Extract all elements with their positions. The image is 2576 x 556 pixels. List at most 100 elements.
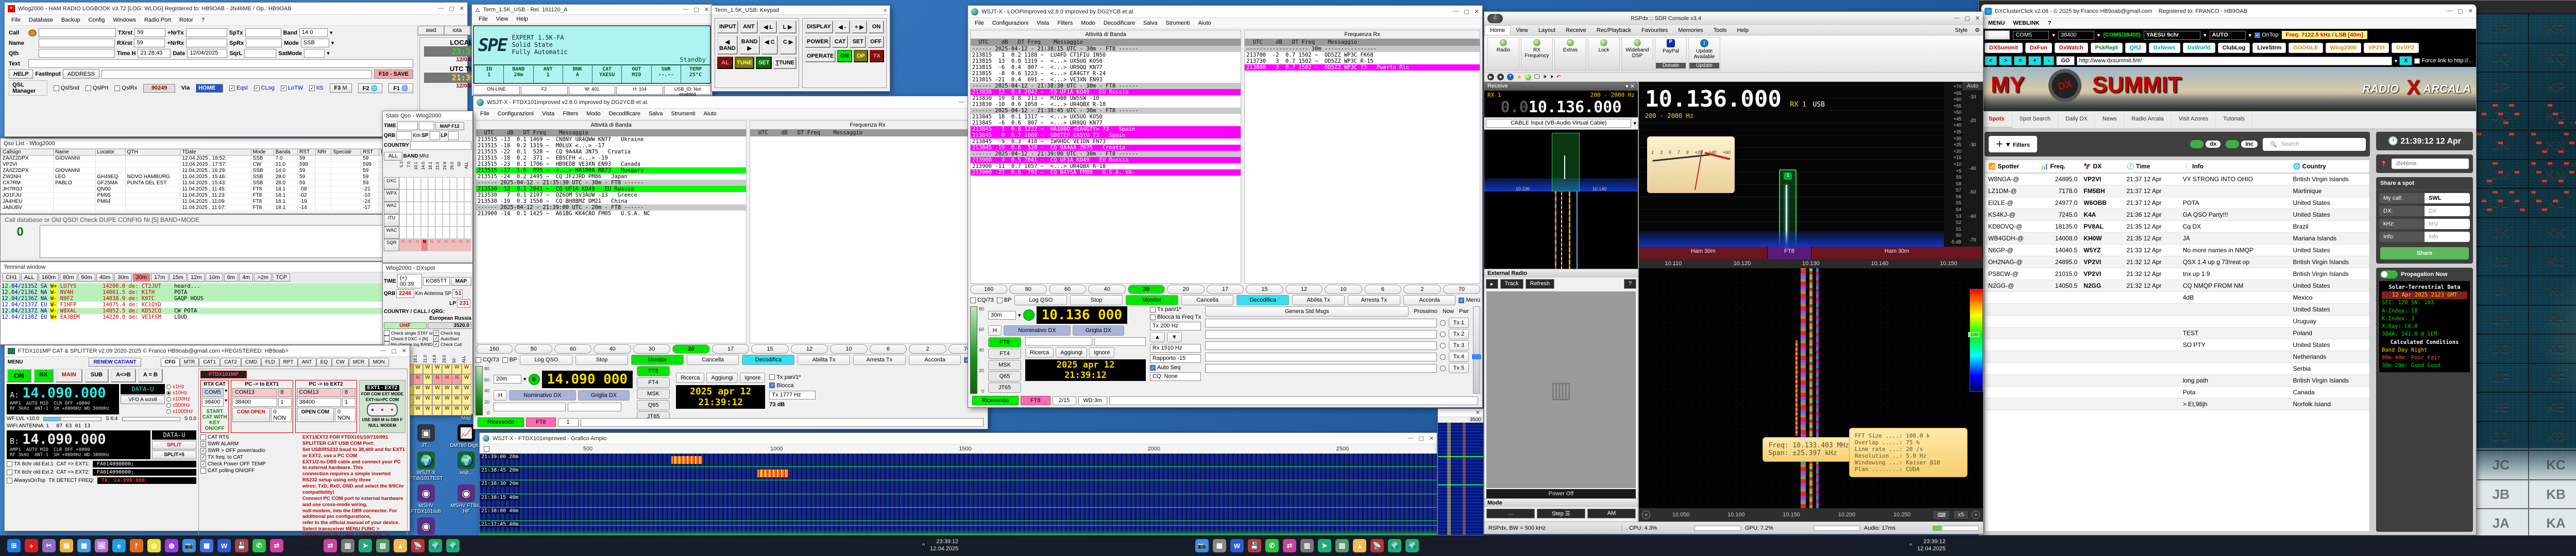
cat-tab-fld[interactable]: FLD: [261, 358, 279, 367]
terminal-band-10m[interactable]: 10m: [206, 273, 223, 282]
cat-ab-button[interactable]: A<>B: [111, 369, 136, 383]
auto-select[interactable]: AUTO: [2210, 31, 2246, 40]
qso-col-QTH[interactable]: QTH: [125, 149, 180, 155]
tx-hz-spinner[interactable]: Tx 200 Hz: [1150, 322, 1201, 331]
ricerca-button[interactable]: Ricerca: [1025, 348, 1054, 358]
cat-main-button[interactable]: MAIN: [56, 369, 82, 383]
receive-panel-header[interactable]: Receive▾ ✕: [1484, 82, 1638, 91]
x-button[interactable]: X: [2399, 56, 2412, 65]
taskbar-icon-icons_right-12[interactable]: 🌍: [1405, 539, 1419, 552]
menu-item-configurazioni[interactable]: Configurazioni: [989, 19, 1032, 27]
band-button-80[interactable]: 80: [515, 344, 552, 354]
share-field-info[interactable]: Info:Info: [2379, 232, 2470, 242]
site-tab-daily-dx[interactable]: Daily DX: [2058, 111, 2095, 128]
tx-message-input-4[interactable]: [1205, 353, 1436, 361]
menu-item-aiuto[interactable]: Aiuto: [1195, 19, 1215, 27]
menu-item-aiuto[interactable]: Aiuto: [700, 110, 720, 118]
terminal-band-6m[interactable]: 6m: [224, 273, 238, 282]
cat-aeqb-button[interactable]: A = B: [138, 369, 163, 383]
stop-button[interactable]: Stop: [575, 355, 628, 365]
terminal-band-160m[interactable]: 160m: [39, 273, 59, 282]
stats-row-SQR[interactable]: SQR: [384, 239, 399, 251]
step-button[interactable]: Step ☰: [1537, 509, 1585, 518]
terminal-band-80m[interactable]: 80m: [60, 273, 77, 282]
taskbar-icon-icons_left-6[interactable]: e: [112, 539, 126, 552]
band-select[interactable]: 14.0: [299, 28, 328, 37]
band-combo[interactable]: 30m: [988, 311, 1016, 320]
taskbar-icon-icons_right-4[interactable]: ✆: [1265, 539, 1279, 552]
maximize-icon[interactable]: ▢: [693, 6, 699, 13]
log-qso-button[interactable]: Log QSO: [520, 355, 572, 365]
keypad-c-[interactable]: C ▶: [779, 36, 796, 55]
aggiungi-button[interactable]: Aggiungi: [1056, 348, 1087, 358]
close-icon[interactable]: x: [884, 7, 887, 13]
spot-search-box[interactable]: 🔍Search: [2263, 138, 2366, 151]
cat-tab-cmd[interactable]: CMD: [241, 358, 261, 367]
decode-row[interactable]: 213530 12 0.1 2041 ~ CQ UF1A KO49 EU Rus…: [476, 186, 746, 192]
decode-row[interactable]: 213815 13 0.0 1319 ~ <...> UX5UO KO50: [971, 58, 1241, 64]
menu-item-salva[interactable]: Salva: [645, 110, 667, 118]
taskbar-icon-icons_left-0[interactable]: ⊞: [7, 539, 21, 552]
stats-row-WAC[interactable]: WAC: [384, 227, 399, 239]
accorda-button[interactable]: Accorda: [909, 355, 961, 365]
taskbar-icon-icons_mid-0[interactable]: ⇄: [324, 539, 337, 552]
keypad--[interactable]: + ▶: [852, 21, 867, 33]
monitor-button[interactable]: Monitor: [1126, 295, 1178, 305]
track-play-icon[interactable]: ▸: [1486, 279, 1498, 289]
address-button[interactable]: ADDRESS: [63, 70, 99, 79]
add-icon[interactable]: +: [1507, 74, 1514, 80]
site-tab-radio-arcala[interactable]: Radio Arcala: [2124, 111, 2171, 128]
menu-item-rotor[interactable]: Rotor: [176, 16, 197, 24]
terminal-band-ALL[interactable]: ALL: [21, 273, 38, 282]
ext1-baud[interactable]: 38400: [232, 398, 277, 407]
cat-rx-button[interactable]: RX: [33, 369, 54, 383]
site-tab-spots[interactable]: Spots: [1981, 111, 2012, 128]
play-icon[interactable]: ▶: [1487, 74, 1494, 80]
mode-button-Q65[interactable]: Q65: [988, 371, 1021, 381]
nrrx-input[interactable]: [186, 39, 227, 47]
taskbar-icon-icons_left-1[interactable]: +: [25, 539, 38, 552]
decode-row[interactable]: 213845 -6 0.6 807 ~ <...> UR9QQ KN77: [971, 120, 1241, 126]
sdr-tab-view[interactable]: View: [1511, 26, 1533, 35]
spots-col-time[interactable]: 🕐 Time: [2123, 160, 2179, 173]
spot-row[interactable]: 4dBMexico: [1985, 292, 2369, 304]
close-icon[interactable]: ✕: [1429, 435, 1434, 442]
dx-toggle[interactable]: dx: [2190, 140, 2221, 148]
spots-col-info[interactable]: ❕ Info: [2180, 160, 2290, 173]
ontop-checkbox[interactable]: OnTop: [2255, 32, 2278, 38]
dxcluster-titlebar[interactable]: DXClusterClick v2.08 - © 2025 by Franco …: [1981, 5, 2476, 18]
band-button-2[interactable]: 2: [1403, 285, 1440, 294]
via-select[interactable]: HOME: [196, 84, 223, 93]
dxspot-call[interactable]: UI4F: [384, 322, 427, 329]
rtx-com-select[interactable]: COM5: [202, 388, 224, 397]
dx-grid-input[interactable]: [568, 403, 621, 411]
menu-item-vista[interactable]: Vista: [1033, 19, 1053, 27]
qso-col-RST[interactable]: RST: [361, 149, 379, 155]
decode-row[interactable]: 213515 -22 0.1 528 ~ CQ 9A4AA JN75 Croat…: [476, 149, 746, 155]
keypad-power[interactable]: POWER: [805, 36, 831, 48]
sqrl-input[interactable]: [244, 49, 276, 58]
mode-select[interactable]: SSB: [301, 39, 329, 47]
ricerca-button[interactable]: Ricerca: [676, 373, 704, 383]
date-input[interactable]: 12/04/2025: [187, 49, 227, 58]
menu-item-windows[interactable]: Windows: [109, 16, 140, 24]
taskbar-icon-icons_right-5[interactable]: ⇄: [1283, 539, 1296, 552]
qso-col-RST[interactable]: RST: [298, 149, 316, 155]
ext1-parity[interactable]: 0 NON: [271, 408, 292, 422]
txpari-checkbox[interactable]: Tx pari/1º: [1150, 306, 1201, 312]
qslprt-checkbox[interactable]: QslPrt: [86, 85, 109, 91]
terminal-band-17m[interactable]: 17m: [151, 273, 168, 282]
cat-check-cat-polling-on-off[interactable]: CAT polling ON/OFF: [200, 468, 298, 474]
cat-tab-cfg[interactable]: CFG: [161, 358, 180, 367]
nav-minus-button[interactable]: -: [2043, 56, 2055, 65]
stats-row-WPX[interactable]: WPX: [384, 189, 399, 202]
mode-button-FT4[interactable]: FT4: [637, 377, 670, 388]
terminal-band->2m[interactable]: >2m: [254, 273, 272, 282]
autoseq-checkbox[interactable]: Auto Seq: [1150, 364, 1201, 371]
spot-row[interactable]: N6GP-@14040.5W5YZ21:33 12 AprNo more nam…: [1985, 245, 2369, 256]
dxspot-titlebar[interactable]: Wlog2000 - DXspot: [383, 264, 472, 273]
stats-row-WAZ[interactable]: WAZ: [384, 202, 399, 214]
band-button-160[interactable]: 160: [476, 344, 513, 354]
satmode-dropdown-icon[interactable]: ▾: [327, 50, 330, 57]
qso-col-Locator[interactable]: Locator: [95, 149, 125, 155]
